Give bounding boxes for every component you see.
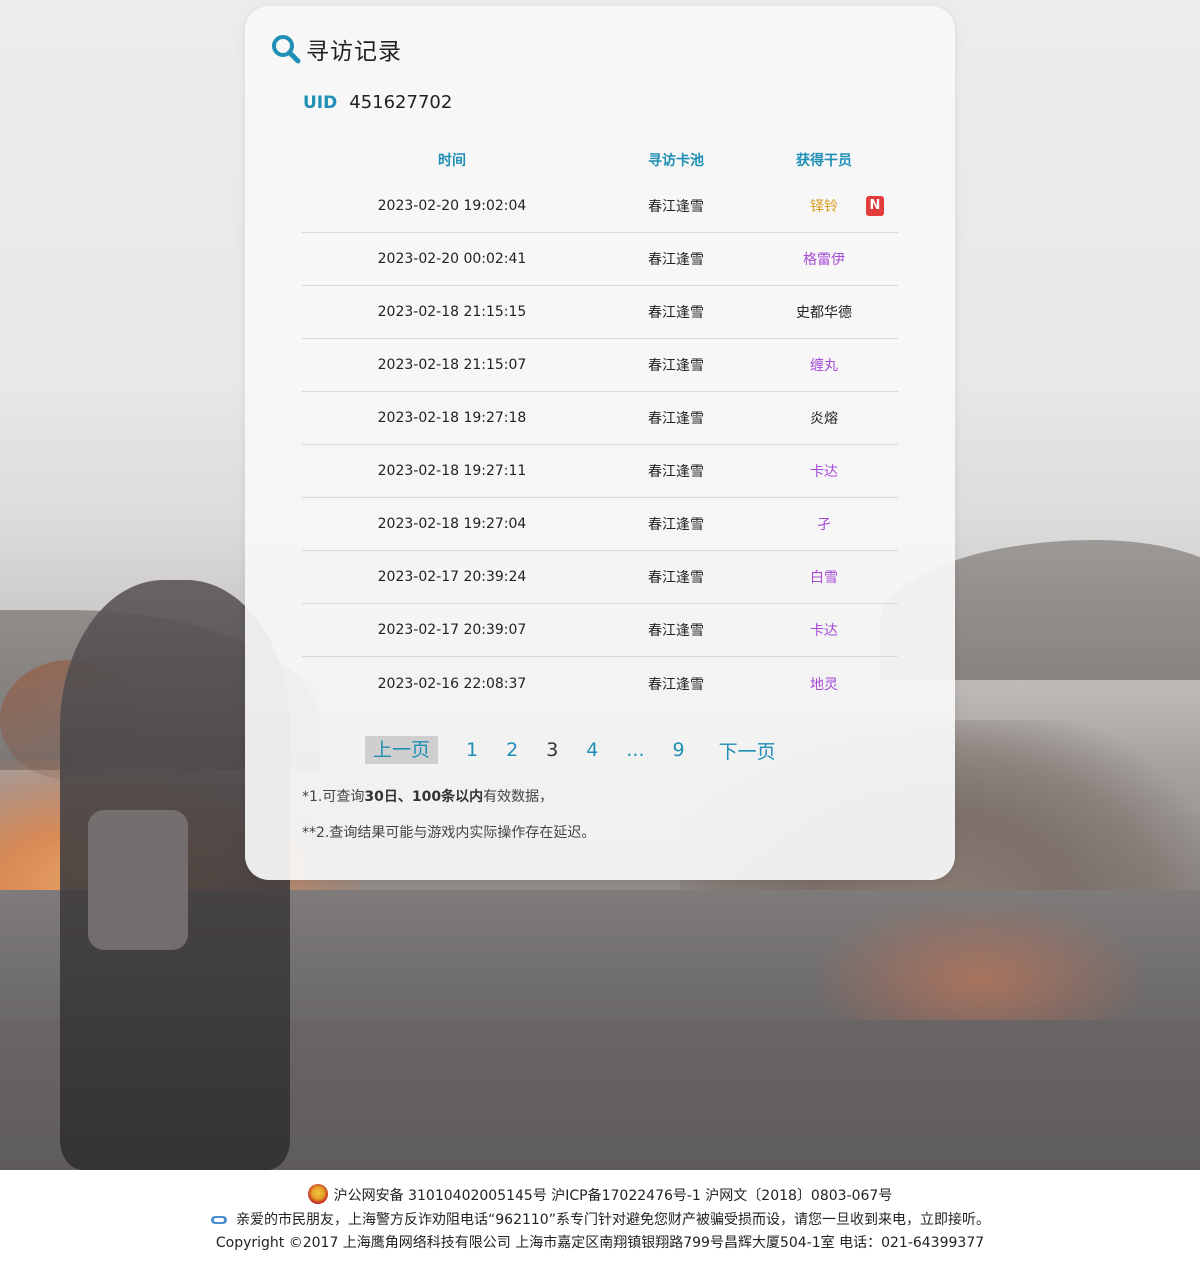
operator-name: 炎熔 (810, 411, 838, 427)
table-body: 2023-02-20 19:02:04 春江逢雪 铎铃 N 2023-02-20 00:… (302, 180, 898, 710)
cell-time: 2023-02-17 20:39:07 (377, 622, 527, 638)
footer-antifraud-notice: 亲爱的市民朋友，上海警方反诈劝阻电话“962110”系专门针对避免您财产被骗受损… (236, 1212, 990, 1228)
table-row: 2023-02-17 20:39:07 春江逢雪 卡达 (302, 604, 898, 657)
police-emblem-icon (307, 1184, 328, 1204)
cell-operator: 孑 (750, 514, 898, 534)
note-delay: **2.查询结果可能与游戏内实际操作存在延迟。 (302, 825, 596, 841)
table-row: 2023-02-20 00:02:41 春江逢雪 格雷伊 (302, 233, 898, 286)
operator-name: 白雪 (810, 570, 838, 586)
cell-pool: 春江逢雪 (648, 623, 704, 639)
phone-icon (211, 1216, 228, 1224)
page-button[interactable]: 1 (466, 739, 478, 761)
table-row: 2023-02-18 19:27:11 春江逢雪 卡达 (302, 445, 898, 498)
gacha-record-card: 寻访记录 UID 451627702 时间 寻访卡池 获得干员 2023-02-… (245, 6, 955, 880)
operator-name: 格雷伊 (803, 252, 845, 268)
column-header-time: 时间 (438, 153, 466, 169)
new-badge: N (866, 196, 884, 216)
page-button[interactable]: 4 (586, 739, 598, 761)
operator-name: 铎铃 (810, 199, 838, 215)
cell-time: 2023-02-18 21:15:07 (377, 357, 527, 373)
cell-operator: 缠丸 (750, 355, 898, 375)
operator-name: 卡达 (810, 623, 838, 639)
page-button[interactable]: 9 (673, 739, 685, 761)
cell-pool: 春江逢雪 (648, 358, 704, 374)
table-row: 2023-02-16 22:08:37 春江逢雪 地灵 (302, 657, 898, 710)
table-row: 2023-02-18 19:27:04 春江逢雪 孑 (302, 498, 898, 551)
cell-pool: 春江逢雪 (648, 252, 704, 268)
pagination: 上一页 1 2 3 4 ... 9 下一页 (365, 735, 776, 765)
cell-pool: 春江逢雪 (648, 676, 704, 693)
search-icon (272, 35, 301, 64)
page-title: 寻访记录 (306, 39, 402, 65)
cell-operator: 史都华德 (750, 302, 898, 322)
cell-time: 2023-02-20 00:02:41 (377, 251, 527, 267)
cell-pool: 春江逢雪 (648, 411, 704, 427)
cell-time: 2023-02-18 19:27:18 (377, 410, 527, 426)
card-header: 寻访记录 (270, 32, 402, 66)
cell-operator: 卡达 (750, 461, 898, 481)
cell-pool: 春江逢雪 (648, 464, 704, 480)
note-query-limit: *1.可查询30日、100条以内有效数据， (302, 789, 554, 805)
uid-value: 451627702 (349, 92, 453, 113)
operator-name: 史都华德 (796, 305, 852, 321)
cell-pool: 春江逢雪 (648, 517, 704, 533)
record-table: 时间 寻访卡池 获得干员 2023-02-20 19:02:04 春江逢雪 铎铃 N 2… (302, 140, 898, 710)
cell-pool: 春江逢雪 (648, 570, 704, 586)
cell-operator: 炎熔 (750, 408, 898, 428)
operator-name: 卡达 (810, 464, 838, 480)
cell-time: 2023-02-18 19:27:11 (377, 463, 527, 479)
cell-time: 2023-02-20 19:02:04 (377, 198, 527, 214)
table-row: 2023-02-17 20:39:24 春江逢雪 白雪 (302, 551, 898, 604)
footer-copyright: Copyright ©2017 上海鹰角网络科技有限公司 上海市嘉定区南翔镇银翔… (215, 1235, 985, 1251)
cell-time: 2023-02-17 20:39:24 (377, 569, 527, 585)
prev-page-button[interactable]: 上一页 (365, 736, 439, 764)
current-page: 3 (546, 739, 559, 761)
footer-license[interactable]: 沪公网安备 31010402005145号 沪ICP备17022476号-1 沪… (334, 1188, 893, 1204)
cell-pool: 春江逢雪 (648, 199, 704, 215)
next-page-button[interactable]: 下一页 (719, 737, 776, 764)
operator-name: 地灵 (810, 676, 838, 693)
cell-time: 2023-02-18 21:15:15 (377, 304, 527, 320)
column-header-pool: 寻访卡池 (648, 153, 704, 169)
cell-operator: 白雪 (750, 567, 898, 587)
uid-display: UID 451627702 (303, 92, 452, 113)
table-header: 时间 寻访卡池 获得干员 (302, 140, 898, 180)
cell-operator: 格雷伊 (750, 249, 898, 269)
page-button[interactable]: 2 (506, 739, 518, 761)
column-header-operator: 获得干员 (796, 153, 852, 169)
operator-name: 孑 (817, 517, 831, 533)
cell-operator: 铎铃 N (750, 196, 898, 216)
uid-label: UID (303, 92, 338, 113)
table-row: 2023-02-18 21:15:15 春江逢雪 史都华德 (302, 286, 898, 339)
operator-name: 缠丸 (810, 358, 838, 374)
cell-operator: 地灵 (750, 674, 898, 694)
cell-pool: 春江逢雪 (648, 305, 704, 321)
table-row: 2023-02-20 19:02:04 春江逢雪 铎铃 N (302, 180, 898, 233)
cell-time: 2023-02-16 22:08:37 (377, 675, 527, 692)
site-footer: 沪公网安备 31010402005145号 沪ICP备17022476号-1 沪… (0, 1170, 1200, 1262)
table-row: 2023-02-18 21:15:07 春江逢雪 缠丸 (302, 339, 898, 392)
page-ellipsis: ... (626, 739, 645, 761)
cell-time: 2023-02-18 19:27:04 (377, 516, 527, 532)
cell-operator: 卡达 (750, 620, 898, 640)
background-character-bag (88, 810, 188, 950)
table-row: 2023-02-18 19:27:18 春江逢雪 炎熔 (302, 392, 898, 445)
